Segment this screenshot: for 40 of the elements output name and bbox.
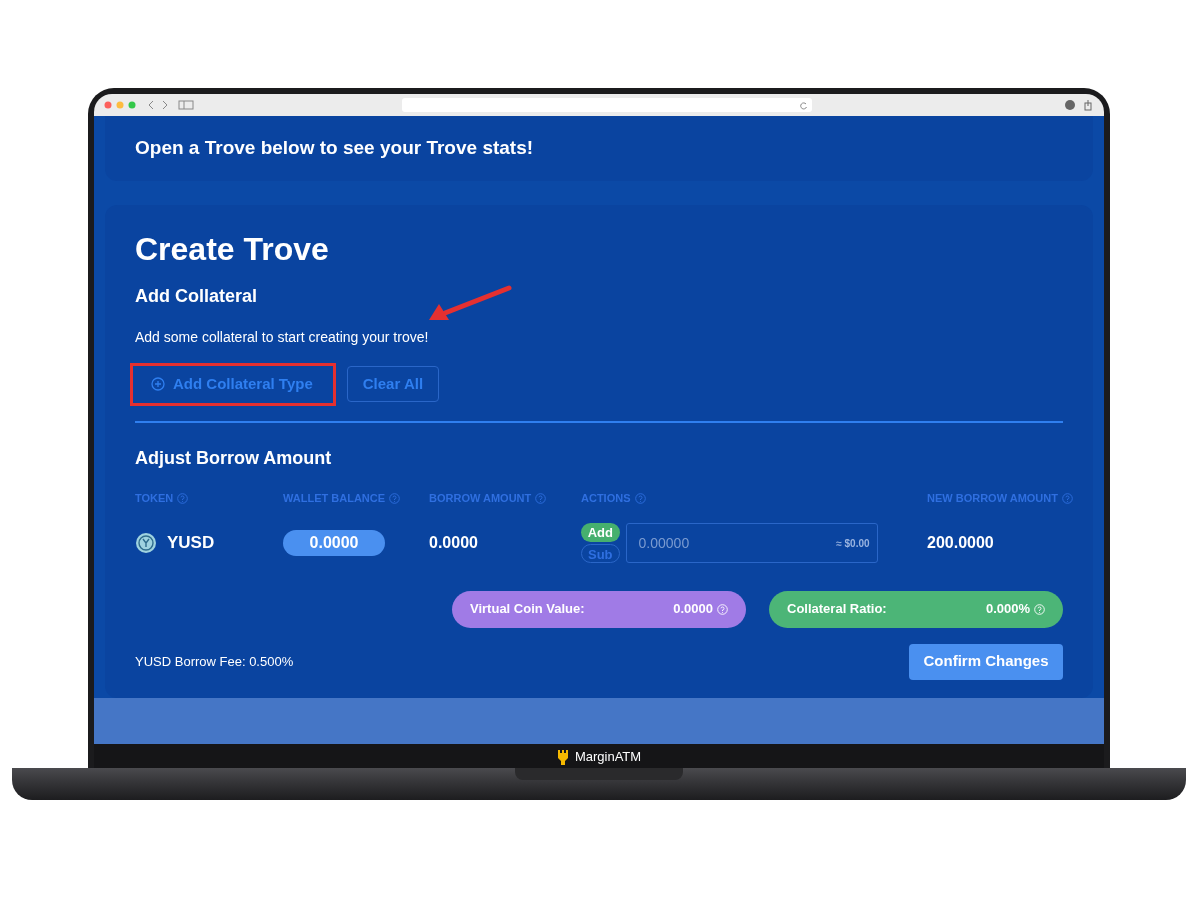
borrow-amount: 0.0000 [429, 532, 479, 553]
stat-label: Collateral Ratio: [787, 600, 887, 619]
clear-all-button[interactable]: Clear All [346, 366, 440, 402]
plus-circle-icon [151, 377, 165, 391]
column-header: WALLET BALANCE [283, 490, 429, 507]
borrow-fee-text: YUSD Borrow Fee: 0.500% [135, 652, 294, 671]
help-icon[interactable] [634, 492, 646, 504]
stat-value: 0.000% [985, 600, 1030, 619]
reload-icon[interactable] [799, 100, 808, 110]
back-forward-icon[interactable] [146, 99, 170, 111]
crown-logo-icon [556, 749, 569, 765]
share-icon[interactable] [1082, 99, 1094, 111]
action-toggle[interactable]: Add [581, 522, 620, 542]
help-icon[interactable] [177, 492, 189, 504]
notice-text: Open a Trove below to see your Trove stats! [135, 136, 534, 161]
usd-value: ≈ $0.00 [836, 536, 870, 551]
stat-label: Virtual Coin Value: [470, 600, 585, 619]
stat-value: 0.0000 [673, 600, 713, 619]
help-icon[interactable] [389, 492, 401, 504]
section-heading: Add Collateral [135, 285, 258, 308]
address-bar[interactable] [402, 98, 812, 112]
token-icon [135, 531, 157, 554]
column-header: BORROW AMOUNT [429, 490, 581, 507]
window-controls-icon [104, 101, 138, 109]
column-header: NEW BORROW AMOUNT [927, 490, 1073, 507]
wallet-balance: 0.0000 [283, 529, 385, 556]
help-icon[interactable] [535, 492, 547, 504]
token-name: YUSD [167, 531, 215, 554]
sidebar-icon[interactable] [178, 100, 194, 110]
column-header: ACTIONS [581, 490, 927, 507]
device-label: MarginATM [574, 748, 642, 767]
new-borrow-amount: 200.0000 [927, 532, 995, 553]
add-collateral-button[interactable]: Add Collateral Type [135, 366, 329, 402]
card-title: Create Trove [135, 230, 329, 269]
section-heading: Adjust Borrow Amount [135, 447, 332, 470]
help-icon[interactable] [1061, 492, 1073, 504]
confirm-changes-button[interactable]: Confirm Changes [909, 643, 1063, 680]
download-icon[interactable] [1064, 99, 1076, 111]
column-header: TOKEN [135, 490, 283, 507]
info-text: Add some collateral to start creating your trove! [135, 328, 429, 347]
